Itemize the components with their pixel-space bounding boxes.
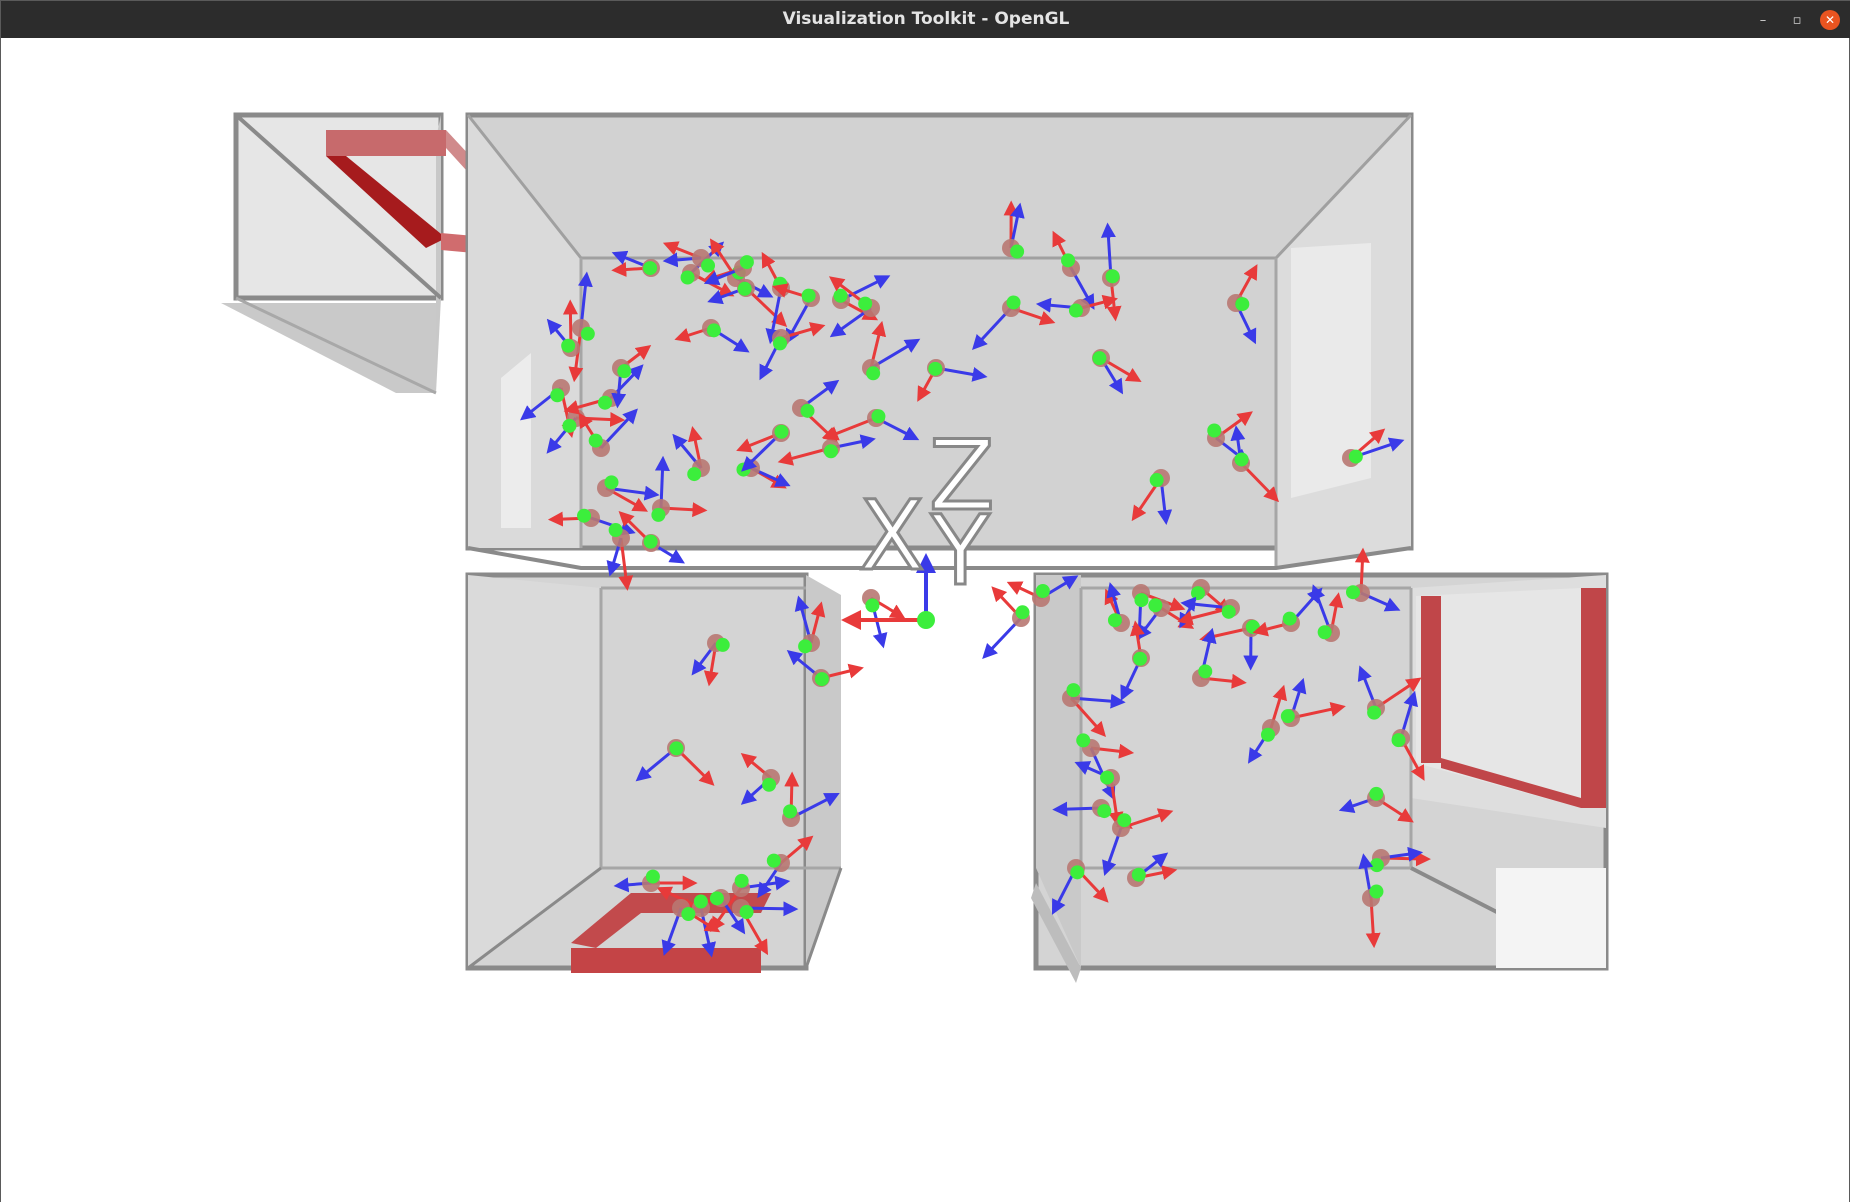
- y-axis-tip: [871, 409, 886, 424]
- y-axis-tip: [669, 741, 684, 756]
- y-axis-tip: [1190, 586, 1205, 601]
- y-axis-tip: [1107, 613, 1122, 628]
- axis-label-x: X: [858, 480, 927, 592]
- y-axis-tip: [739, 255, 754, 270]
- y-axis-tip: [1134, 593, 1149, 608]
- y-axis-tip: [773, 336, 788, 351]
- y-axis-tip: [928, 361, 943, 376]
- y-axis-tip: [823, 444, 838, 459]
- y-axis-tip: [681, 906, 696, 921]
- y-axis-tip: [1235, 297, 1250, 312]
- y-axis-tip: [1015, 605, 1030, 620]
- y-axis-tip: [1260, 727, 1275, 742]
- y-axis-tip: [1006, 295, 1021, 310]
- maximize-icon[interactable]: ▫: [1787, 10, 1807, 30]
- render-viewport[interactable]: Z X Y: [1, 38, 1849, 1202]
- y-axis-tip: [1100, 770, 1115, 785]
- y-axis-tip: [858, 296, 873, 311]
- y-axis-tip: [1092, 351, 1107, 366]
- y-axis-tip: [645, 869, 660, 884]
- y-axis-tip: [562, 418, 577, 433]
- y-axis-tip: [651, 507, 666, 522]
- y-axis-tip: [1117, 813, 1132, 828]
- y-axis-tip: [643, 534, 658, 549]
- y-axis-tip: [580, 326, 595, 341]
- y-axis-tip: [783, 804, 798, 819]
- y-axis-tip: [833, 288, 848, 303]
- y-axis-tip: [617, 364, 632, 379]
- y-axis-tip: [1367, 705, 1382, 720]
- y-axis-tip: [1198, 664, 1213, 679]
- y-axis-tip: [1369, 884, 1384, 899]
- y-axis-tip: [1221, 604, 1236, 619]
- y-axis-tip: [701, 258, 716, 273]
- y-axis-tip: [1133, 651, 1148, 666]
- title-bar: Visualization Toolkit - OpenGL – ▫ ✕: [1, 1, 1850, 38]
- y-axis-tip: [814, 672, 829, 687]
- y-axis-tip: [693, 894, 708, 909]
- y-axis-tip: [680, 270, 695, 285]
- y-axis-tip: [1346, 585, 1361, 600]
- y-axis-tip: [1148, 598, 1163, 613]
- y-axis-tip: [1369, 786, 1384, 801]
- y-axis-tip: [1234, 452, 1249, 467]
- y-axis-tip: [1282, 611, 1297, 626]
- y-axis-tip: [561, 338, 576, 353]
- y-axis-tip: [798, 639, 813, 654]
- close-icon[interactable]: ✕: [1820, 10, 1840, 30]
- vtk-window: Visualization Toolkit - OpenGL – ▫ ✕ Z X…: [0, 0, 1850, 1202]
- y-axis-tip: [734, 873, 749, 888]
- window-title: Visualization Toolkit - OpenGL: [782, 9, 1070, 29]
- scene-canvas[interactable]: [1, 38, 1849, 1202]
- y-axis-tip: [550, 388, 565, 403]
- y-axis-tip: [1245, 619, 1260, 634]
- y-axis-tip: [801, 288, 816, 303]
- y-axis-tip: [1070, 865, 1085, 880]
- origin-point: [917, 611, 935, 629]
- y-axis-tip: [643, 261, 658, 276]
- y-axis-tip: [588, 433, 603, 448]
- y-axis-tip: [1076, 733, 1091, 748]
- y-axis-tip: [1097, 804, 1112, 819]
- y-axis-tip: [577, 508, 592, 523]
- y-axis-tip: [715, 637, 730, 652]
- y-axis-tip: [866, 366, 881, 381]
- y-axis-tip: [1131, 867, 1146, 882]
- y-axis-tip: [1149, 473, 1164, 488]
- y-axis-tip: [687, 467, 702, 482]
- y-axis-tip: [800, 403, 815, 418]
- y-axis-tip: [1105, 269, 1120, 284]
- y-axis-tip: [1348, 449, 1363, 464]
- minimize-icon[interactable]: –: [1753, 10, 1773, 30]
- y-axis-tip: [762, 777, 777, 792]
- y-axis-tip: [737, 281, 752, 296]
- y-axis-tip: [865, 598, 880, 613]
- y-axis-tip: [1369, 858, 1384, 873]
- y-axis-tip: [608, 523, 623, 538]
- y-axis-tip: [1068, 303, 1083, 318]
- axis-label-y: Y: [930, 495, 992, 607]
- y-axis-tip: [739, 905, 754, 920]
- y-axis-tip: [774, 424, 789, 439]
- y-axis-tip: [706, 323, 721, 338]
- room-bottom-left: [465, 572, 843, 973]
- y-axis-tip: [1035, 584, 1050, 599]
- y-axis-tip: [1066, 683, 1081, 698]
- y-axis-tip: [1061, 253, 1076, 268]
- y-axis-tip: [766, 853, 781, 868]
- y-axis-tip: [1317, 625, 1332, 640]
- y-axis-tip: [598, 395, 613, 410]
- y-axis-tip: [1010, 244, 1025, 259]
- y-axis-tip: [709, 891, 724, 906]
- y-axis-tip: [604, 475, 619, 490]
- y-axis-tip: [1280, 709, 1295, 724]
- y-axis-tip: [1391, 733, 1406, 748]
- y-axis-tip: [1207, 423, 1222, 438]
